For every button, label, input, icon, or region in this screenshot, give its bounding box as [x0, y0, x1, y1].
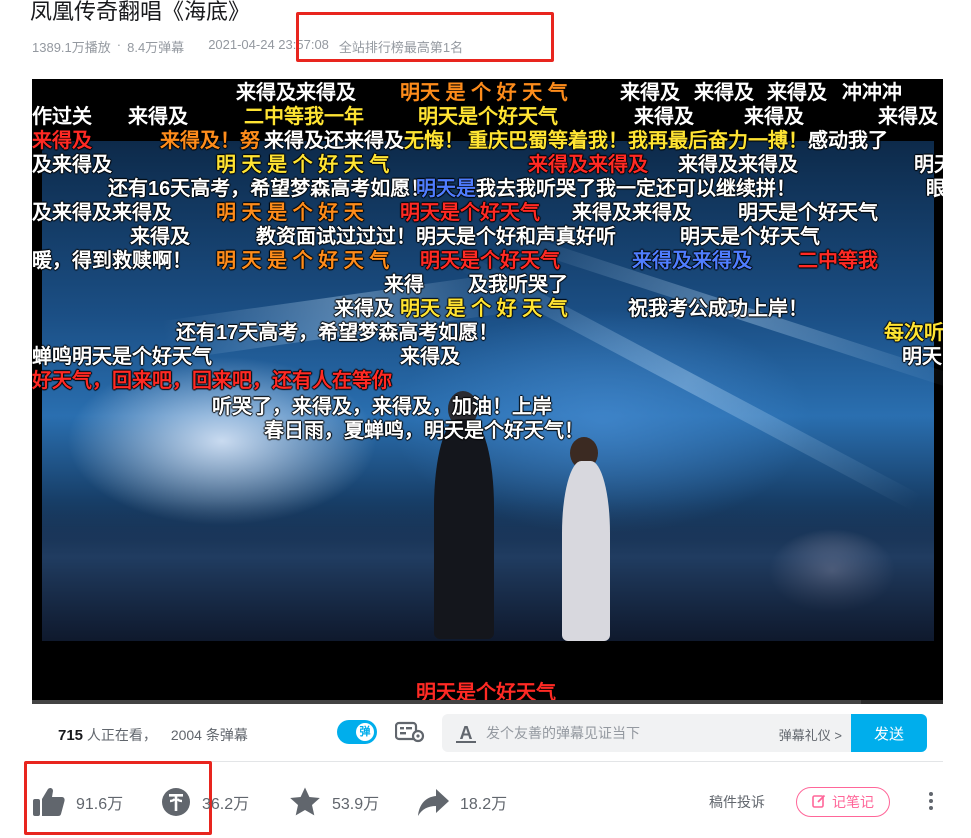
viewer-count: 715: [58, 727, 84, 744]
danmaku-item: 明天: [914, 154, 943, 176]
danmaku-item: 明 天 是 个 好 天 气: [216, 250, 390, 272]
danmaku-item: 明天是: [416, 178, 476, 200]
danmaku-item: 眼: [926, 178, 943, 200]
danmaku-item: 来得及: [400, 346, 460, 368]
danmaku-item: 无悔！: [404, 130, 464, 152]
danmaku-input-box: A 弹幕礼仪 >: [442, 714, 852, 752]
danmaku-item: 来得及来得及: [236, 82, 356, 104]
danmaku-item: 听哭了，来得及，来得及，加油！上岸: [212, 396, 552, 418]
share-button[interactable]: 18.2万: [416, 784, 507, 820]
danmaku-item: 来得及！努: [160, 130, 260, 152]
danmaku-item: 来得及: [694, 82, 754, 104]
danmaku-item: 来得及: [130, 226, 190, 248]
favorite-count: 53.9万: [332, 796, 380, 813]
more-options-icon[interactable]: [924, 790, 938, 814]
danmaku-item: 冲冲冲: [842, 82, 902, 104]
danmaku-item: 暖，得到救赎啊！: [32, 250, 192, 272]
danmaku-item: 明天是个好天气: [418, 106, 558, 128]
danmaku-item: 还有17天高考，希望梦森高考如愿！: [176, 322, 499, 344]
danmaku-item: 及我听哭了: [468, 274, 568, 296]
danmaku-item: 作过关: [32, 106, 92, 128]
coin-button[interactable]: 36.2万: [160, 784, 249, 820]
note-edit-icon: [812, 794, 826, 811]
danmaku-input[interactable]: [486, 714, 736, 752]
danmaku-item: 来得及: [634, 106, 694, 128]
danmaku-item: 来得及来得及: [678, 154, 798, 176]
danmaku-item: 明 天 是 个 好 天: [216, 202, 364, 224]
like-button[interactable]: 91.6万: [32, 784, 123, 820]
performer-female: [562, 461, 610, 641]
take-note-label: 记笔记: [832, 794, 874, 810]
like-count: 91.6万: [76, 796, 124, 813]
danmaku-item: 明天 是 个 好 天 气: [400, 298, 568, 320]
danmaku-item: 重庆巴蜀等着我！: [468, 130, 628, 152]
take-note-button[interactable]: 记笔记: [796, 787, 890, 817]
thumbs-up-icon: [32, 786, 66, 818]
viewer-suffix: 人正在看，: [86, 727, 157, 743]
danmaku-item: 二中等我一年: [244, 106, 364, 128]
action-toolbar: 91.6万 36.2万 53.9万 18.2万 稿件投诉 记笔记: [32, 778, 943, 824]
bar-danmaku-suffix: 条弹幕: [205, 727, 248, 743]
danmaku-item: 来得及: [334, 298, 394, 320]
share-arrow-icon: [416, 786, 450, 818]
viewer-info: 715 人正在看， 2004 条弹幕: [58, 725, 248, 745]
share-count: 18.2万: [460, 796, 508, 813]
danmaku-item: 明天是个好天气: [400, 202, 540, 224]
video-title: 凤凰传奇翻唱《海底》: [30, 0, 251, 24]
danmaku-item: 来得及: [32, 130, 92, 152]
danmaku-item: 及来得及: [32, 154, 112, 176]
video-player[interactable]: 来得及来得及 明天 是 个 好 天 气 来得及 来得及 来得及 冲冲冲 作过关 …: [32, 79, 943, 704]
coin-count: 36.2万: [202, 796, 250, 813]
report-link[interactable]: 稿件投诉: [709, 792, 765, 812]
danmaku-settings-icon[interactable]: [394, 721, 425, 743]
danmaku-item: 蝉鸣明天是个好天气: [32, 346, 212, 368]
danmaku-item: 祝我考公成功上岸！: [628, 298, 808, 320]
danmaku-item: 明天: [902, 346, 942, 368]
bar-danmaku-count: 2004: [170, 727, 202, 743]
text-style-icon[interactable]: A: [456, 723, 476, 743]
danmaku-item: 还有16天高考，希望梦森高考如愿！: [108, 178, 431, 200]
danmaku-etiquette-link[interactable]: 弹幕礼仪 >: [779, 725, 842, 744]
danmaku-toggle-label: 弹: [356, 723, 374, 741]
play-count: 1389.1万播放: [32, 40, 111, 55]
danmaku-item: 明 天 是 个 好 天 气: [216, 154, 390, 176]
danmaku-item: 感动我了: [808, 130, 888, 152]
danmaku-item: 明天 是 个 好 天 气: [400, 82, 568, 104]
danmaku-item: 来得及: [878, 106, 938, 128]
danmaku-item: 来得及: [767, 82, 827, 104]
danmaku-item: 来得及来得及: [572, 202, 692, 224]
danmaku-item: 及来得及来得及: [32, 202, 172, 224]
danmaku-item: 明天是个好天气: [420, 250, 560, 272]
danmaku-item: 明天是个好和声真好听: [416, 226, 616, 248]
danmaku-item: 来得及来得及: [528, 154, 648, 176]
highlight-box-meta: [296, 12, 554, 62]
danmaku-toggle[interactable]: 弹: [337, 720, 377, 744]
star-icon: [288, 786, 322, 818]
danmaku-item: 来得及: [744, 106, 804, 128]
danmaku-item: 每次听: [884, 322, 943, 344]
danmaku-item: 春日雨，夏蝉鸣，明天是个好天气！: [264, 420, 584, 442]
danmaku-item: 教资面试过过过！: [256, 226, 416, 248]
danmaku-item: 来得及: [128, 106, 188, 128]
danmaku-item: 我去我听哭了我一定还可以继续拼！: [476, 178, 796, 200]
danmaku-item: 明天是个好天气: [738, 202, 878, 224]
danmaku-item: 来得及来得及: [632, 250, 752, 272]
danmaku-item: 来得及: [620, 82, 680, 104]
danmaku-item: 来得: [384, 274, 424, 296]
coin-icon: [160, 786, 192, 818]
danmaku-count: 8.4万弹幕: [127, 40, 185, 55]
danmaku-item: 来得及还来得及: [264, 130, 404, 152]
meta-separator: ·: [116, 37, 122, 52]
performer-male: [434, 419, 494, 639]
danmaku-item: 好天气，回来吧，回来吧，还有人在等你: [32, 370, 392, 392]
danmaku-item: 明天是个好天气: [680, 226, 820, 248]
favorite-button[interactable]: 53.9万: [288, 784, 379, 820]
danmaku-item: 二中等我: [798, 250, 878, 272]
danmaku-item: 我再最后奋力一搏！: [628, 130, 808, 152]
send-button[interactable]: 发送: [851, 714, 927, 752]
danmaku-bar: 715 人正在看， 2004 条弹幕 弹 A 弹幕礼仪 > 发送: [32, 704, 943, 762]
